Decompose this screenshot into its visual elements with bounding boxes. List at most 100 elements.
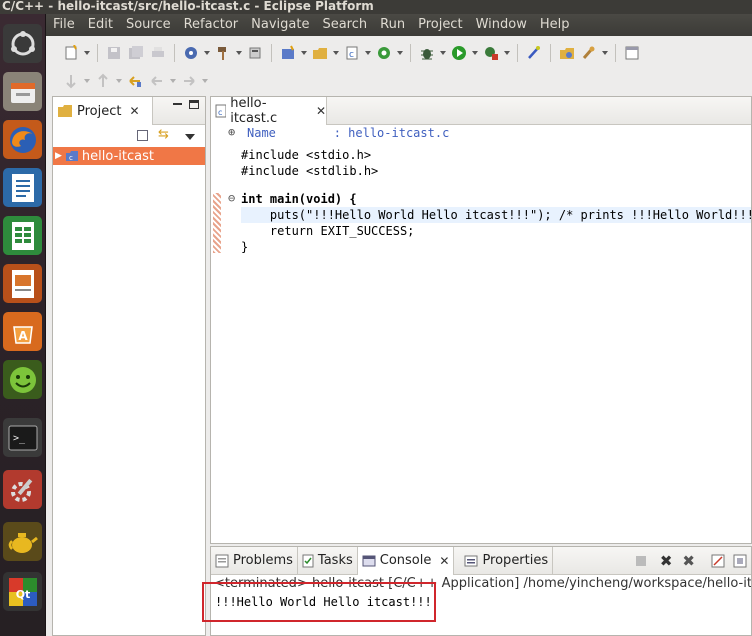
cproject-icon: c xyxy=(65,151,78,162)
new-folder-icon[interactable] xyxy=(309,42,331,64)
svg-text:c: c xyxy=(349,50,354,60)
next-annotation-icon[interactable] xyxy=(60,70,82,92)
prev-annotation-icon[interactable] xyxy=(92,70,114,92)
menu-help[interactable]: Help xyxy=(533,14,576,36)
build-hammer-icon[interactable] xyxy=(212,42,234,64)
toggle-mark-icon[interactable] xyxy=(523,42,545,64)
editor-text-area[interactable]: ⊕ Name : hello-itcast.c #include <stdio.… xyxy=(211,125,752,543)
remove-launch-icon[interactable]: ✖ xyxy=(660,553,673,568)
menu-search[interactable]: Search xyxy=(315,14,373,36)
print-icon[interactable] xyxy=(147,42,169,64)
collapse-all-icon[interactable] xyxy=(137,130,148,141)
profile-icon[interactable] xyxy=(480,42,502,64)
code-editor: c hello-itcast.c ✕ ⊕ Name : hello-itcast… xyxy=(210,96,752,544)
expand-arrow-icon[interactable]: ▶ xyxy=(55,151,62,161)
open-type-icon[interactable] xyxy=(556,42,578,64)
menu-refactor[interactable]: Refactor xyxy=(177,14,245,36)
calc-icon[interactable] xyxy=(3,216,42,255)
new-type-icon[interactable] xyxy=(373,42,395,64)
scroll-lock-icon[interactable] xyxy=(733,554,747,568)
back-dropdown[interactable] xyxy=(168,70,178,92)
build-config-dropdown[interactable] xyxy=(202,42,212,64)
search-icon[interactable] xyxy=(578,42,600,64)
console-icon xyxy=(362,555,376,566)
project-tab-label: Project xyxy=(77,103,122,119)
forward-dropdown[interactable] xyxy=(200,70,210,92)
menu-project[interactable]: Project xyxy=(411,14,468,36)
folder-icon xyxy=(58,105,72,117)
last-edit-icon[interactable] xyxy=(124,70,146,92)
tab-hello-itcast-c[interactable]: c hello-itcast.c ✕ xyxy=(211,96,327,126)
close-icon[interactable]: ✕ xyxy=(316,104,326,118)
minimize-icon[interactable] xyxy=(173,103,182,105)
svg-text:c: c xyxy=(218,108,222,117)
tab-tasks[interactable]: Tasks xyxy=(298,546,358,575)
teapot-icon[interactable] xyxy=(3,522,42,561)
software-center-icon[interactable]: A xyxy=(3,312,42,351)
new-class-icon[interactable]: c xyxy=(341,42,363,64)
menu-file[interactable]: File xyxy=(46,14,81,36)
menu-run[interactable]: Run xyxy=(373,14,411,36)
prev-annotation-dropdown[interactable] xyxy=(114,70,124,92)
debug-dropdown[interactable] xyxy=(438,42,448,64)
terminate-icon[interactable] xyxy=(635,555,646,566)
debug-icon[interactable] xyxy=(416,42,438,64)
terminal-icon[interactable]: >_ xyxy=(3,418,42,457)
menu-edit[interactable]: Edit xyxy=(81,14,119,36)
menu-window[interactable]: Window xyxy=(469,14,533,36)
menu-source[interactable]: Source xyxy=(119,14,177,36)
search-dropdown[interactable] xyxy=(600,42,610,64)
new-cproject-dropdown[interactable] xyxy=(299,42,309,64)
menu-bar: File Edit Source Refactor Navigate Searc… xyxy=(46,14,752,36)
code-line: } xyxy=(241,240,249,254)
tab-properties[interactable]: Properties xyxy=(454,546,554,575)
c-file-icon: c xyxy=(215,104,227,118)
new-dropdown[interactable] xyxy=(82,42,92,64)
tab-console[interactable]: Console ✕ xyxy=(357,546,455,575)
editor-tab-label: hello-itcast.c xyxy=(230,96,278,126)
new-icon[interactable] xyxy=(60,42,82,64)
menu-navigate[interactable]: Navigate xyxy=(244,14,315,36)
build-dropdown[interactable] xyxy=(234,42,244,64)
fold-expand-icon[interactable]: ⊕ xyxy=(228,125,235,139)
ubuntu-icon[interactable] xyxy=(3,24,42,63)
maximize-icon[interactable] xyxy=(189,100,199,109)
settings-icon[interactable] xyxy=(3,470,42,509)
files-icon[interactable] xyxy=(3,72,42,111)
back-icon[interactable] xyxy=(146,70,168,92)
build-config-icon[interactable] xyxy=(180,42,202,64)
code-line: Name : hello-itcast.c xyxy=(247,126,450,140)
view-menu-icon[interactable] xyxy=(185,134,195,140)
remove-all-icon[interactable]: ✖ xyxy=(682,553,695,568)
profile-dropdown[interactable] xyxy=(502,42,512,64)
writer-icon[interactable] xyxy=(3,168,42,207)
save-icon[interactable] xyxy=(103,42,125,64)
smiley-icon[interactable] xyxy=(3,360,42,399)
close-icon[interactable]: ✕ xyxy=(129,104,139,118)
new-class-dropdown[interactable] xyxy=(363,42,373,64)
next-annotation-dropdown[interactable] xyxy=(82,70,92,92)
qt-icon[interactable]: Qt xyxy=(3,572,42,611)
save-all-icon[interactable] xyxy=(125,42,147,64)
new-folder-dropdown[interactable] xyxy=(331,42,341,64)
clear-console-icon[interactable] xyxy=(711,554,725,568)
build-all-icon[interactable] xyxy=(244,42,266,64)
firefox-icon[interactable] xyxy=(3,120,42,159)
link-editor-icon[interactable]: ⇆ xyxy=(158,128,169,142)
fold-collapse-icon[interactable]: ⊖ xyxy=(228,191,235,205)
run-dropdown[interactable] xyxy=(470,42,480,64)
output-highlight-box xyxy=(202,582,436,622)
change-ruler-marker xyxy=(213,193,221,253)
impress-icon[interactable] xyxy=(3,264,42,303)
tab-problems[interactable]: Problems xyxy=(211,546,298,575)
tab-project[interactable]: Project ✕ xyxy=(53,97,153,125)
project-explorer-tools: ⇆ xyxy=(53,125,205,147)
new-type-dropdown[interactable] xyxy=(395,42,405,64)
close-icon[interactable]: ✕ xyxy=(439,554,449,568)
perspective-icon[interactable] xyxy=(621,42,643,64)
run-icon[interactable] xyxy=(448,42,470,64)
new-cproject-icon[interactable] xyxy=(277,42,299,64)
tree-item-label: hello-itcast xyxy=(81,148,154,164)
tree-item-hello-itcast[interactable]: ▶ c hello-itcast xyxy=(53,147,205,165)
forward-icon[interactable] xyxy=(178,70,200,92)
